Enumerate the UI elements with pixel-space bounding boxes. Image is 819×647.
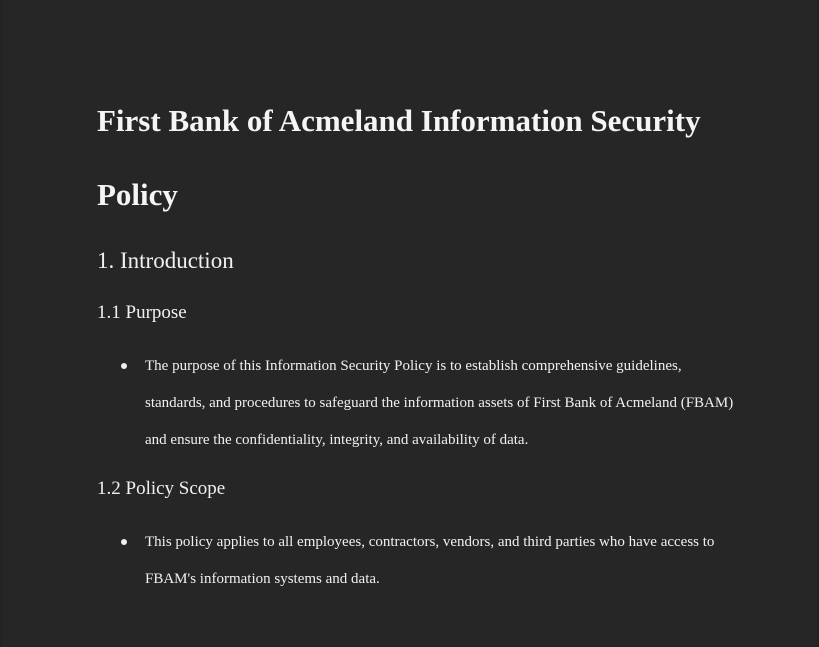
subsection-heading-purpose: 1.1 Purpose <box>97 302 187 323</box>
scope-bullet-list: This policy applies to all employees, co… <box>97 524 737 598</box>
purpose-bullet-list: The purpose of this Information Security… <box>97 348 737 459</box>
section-heading-introduction: 1. Introduction <box>97 248 234 273</box>
list-item-text: The purpose of this Information Security… <box>145 358 734 448</box>
bullet-icon <box>121 539 127 545</box>
document-page: First Bank of Acmeland Information Secur… <box>2 0 817 647</box>
bullet-icon <box>121 363 127 369</box>
document-title: First Bank of Acmeland Information Secur… <box>97 103 701 212</box>
list-item-text: This policy applies to all employees, co… <box>145 534 715 587</box>
list-item: This policy applies to all employees, co… <box>97 524 737 598</box>
list-item: The purpose of this Information Security… <box>97 348 737 459</box>
subsection-heading-policy-scope: 1.2 Policy Scope <box>97 478 226 499</box>
document-content: First Bank of Acmeland Information Secur… <box>97 84 737 598</box>
